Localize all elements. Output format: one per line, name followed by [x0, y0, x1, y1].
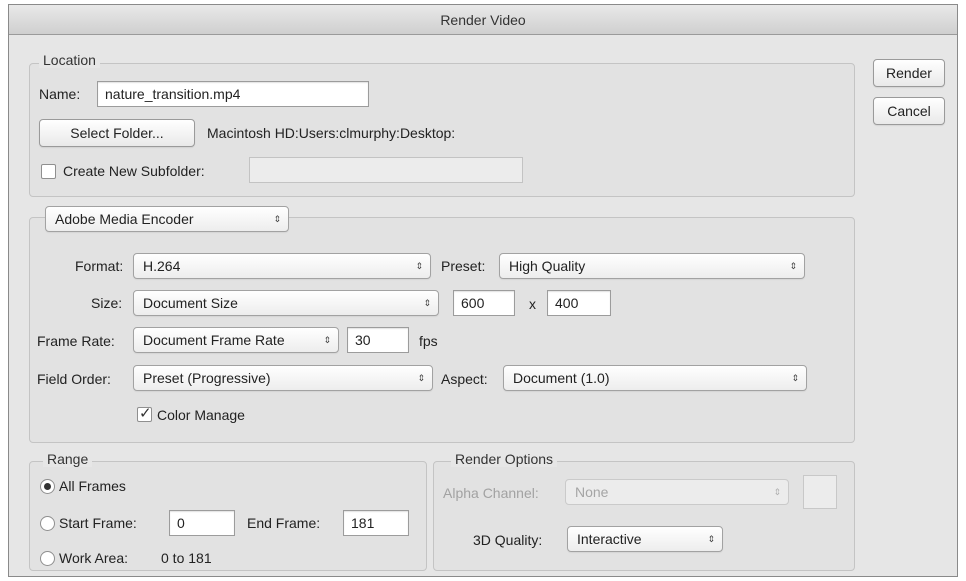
preset-label: Preset:: [441, 258, 486, 274]
all-frames-radio[interactable]: [40, 479, 55, 494]
popup-arrows-icon: ⇕: [789, 261, 797, 271]
aspect-popup-value: Document (1.0): [513, 370, 610, 386]
popup-arrows-icon: ⇕: [415, 261, 423, 271]
popup-arrows-icon: ⇕: [791, 373, 799, 383]
alpha-channel-label: Alpha Channel:: [443, 485, 539, 501]
encoder-popup[interactable]: Adobe Media Encoder ⇕: [45, 206, 289, 232]
popup-arrows-icon: ⇕: [323, 335, 331, 345]
start-frame-radio[interactable]: [40, 516, 55, 531]
render-button[interactable]: Render: [873, 59, 945, 87]
3d-quality-popup-value: Interactive: [577, 531, 642, 547]
alpha-channel-popup-value: None: [575, 484, 609, 500]
work-area-label: Work Area:: [59, 550, 128, 566]
popup-arrows-icon: ⇕: [773, 487, 781, 497]
color-manage-label: Color Manage: [157, 407, 245, 423]
field-order-popup-value: Preset (Progressive): [143, 370, 271, 386]
3d-quality-label: 3D Quality:: [473, 532, 543, 548]
popup-arrows-icon: ⇕: [273, 214, 281, 224]
name-field[interactable]: nature_transition.mp4: [97, 81, 369, 107]
render-video-dialog: Render Video Render Cancel Location Name…: [8, 4, 958, 577]
size-label: Size:: [91, 295, 123, 311]
work-area-value: 0 to 181: [161, 550, 212, 566]
alpha-color-swatch[interactable]: [803, 475, 837, 509]
preset-popup-value: High Quality: [509, 258, 586, 274]
format-popup-value: H.264: [143, 258, 181, 274]
render-options-group: [433, 461, 855, 571]
radio-selected-dot: [44, 483, 51, 490]
aspect-label: Aspect:: [441, 371, 488, 387]
create-subfolder-label: Create New Subfolder:: [63, 163, 205, 179]
subfolder-name-field[interactable]: [249, 157, 523, 183]
range-group-label: Range: [43, 451, 93, 467]
aspect-popup[interactable]: Document (1.0) ⇕: [503, 365, 807, 391]
checkmark-icon: ✓: [139, 405, 152, 422]
cancel-button[interactable]: Cancel: [873, 97, 945, 125]
work-area-radio[interactable]: [40, 551, 55, 566]
field-order-label: Field Order:: [37, 371, 111, 387]
fps-field[interactable]: 30: [347, 327, 409, 353]
popup-arrows-icon: ⇕: [417, 373, 425, 383]
folder-path: Macintosh HD:Users:clmurphy:Desktop:: [207, 125, 456, 141]
start-frame-field[interactable]: 0: [169, 510, 235, 536]
field-order-popup[interactable]: Preset (Progressive) ⇕: [133, 365, 433, 391]
all-frames-label: All Frames: [59, 478, 126, 494]
end-frame-field[interactable]: 181: [343, 510, 409, 536]
name-label: Name:: [39, 86, 81, 102]
popup-arrows-icon: ⇕: [423, 298, 431, 308]
height-field[interactable]: 400: [547, 290, 611, 316]
fps-unit: fps: [419, 333, 438, 349]
encoder-popup-value: Adobe Media Encoder: [55, 211, 194, 227]
frame-rate-label: Frame Rate:: [37, 333, 115, 349]
window-title: Render Video: [9, 5, 957, 35]
popup-arrows-icon: ⇕: [707, 534, 715, 544]
location-group-label: Location: [39, 52, 100, 68]
format-label: Format:: [75, 258, 124, 274]
preset-popup[interactable]: High Quality ⇕: [499, 253, 805, 279]
frame-rate-popup[interactable]: Document Frame Rate ⇕: [133, 327, 339, 353]
3d-quality-popup[interactable]: Interactive ⇕: [567, 526, 723, 552]
frame-rate-popup-value: Document Frame Rate: [143, 332, 285, 348]
render-options-group-label: Render Options: [451, 451, 558, 467]
alpha-channel-popup[interactable]: None ⇕: [565, 479, 789, 505]
start-frame-label: Start Frame:: [59, 515, 137, 531]
width-field[interactable]: 600: [453, 290, 515, 316]
size-popup-value: Document Size: [143, 295, 238, 311]
select-folder-button[interactable]: Select Folder...: [39, 119, 195, 147]
end-frame-label: End Frame:: [247, 515, 321, 531]
dimension-separator: x: [529, 296, 536, 312]
create-subfolder-checkbox[interactable]: [41, 164, 56, 179]
color-manage-checkbox[interactable]: ✓: [137, 405, 152, 422]
size-popup[interactable]: Document Size ⇕: [133, 290, 439, 316]
format-popup[interactable]: H.264 ⇕: [133, 253, 431, 279]
